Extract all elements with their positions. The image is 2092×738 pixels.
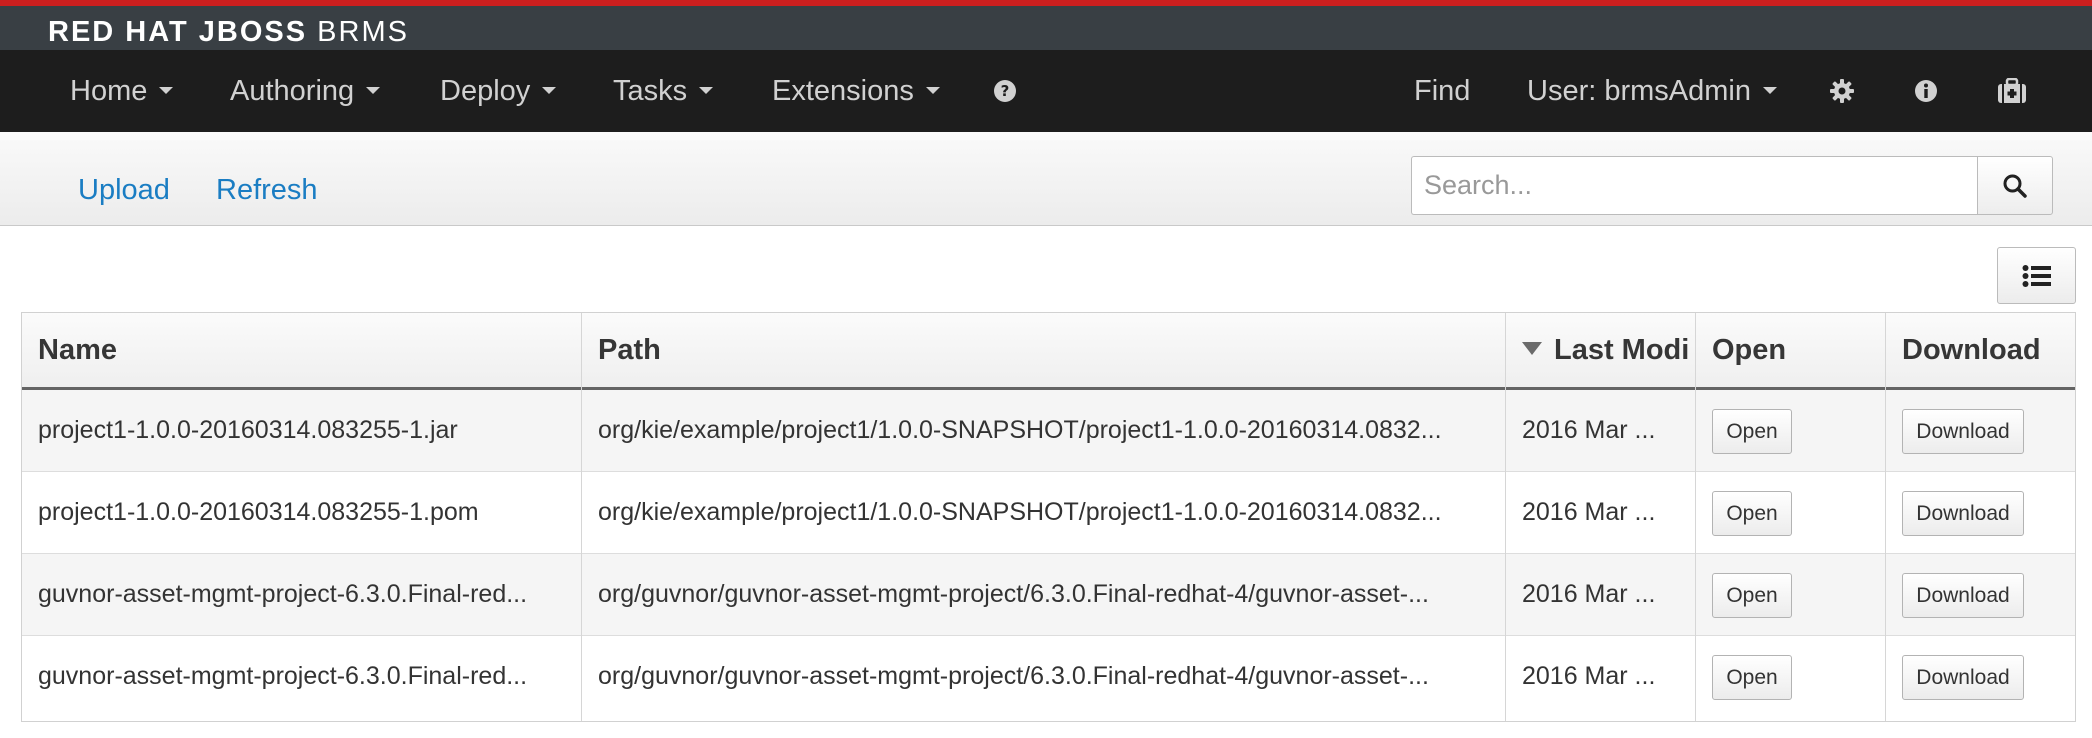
open-button[interactable]: Open	[1712, 655, 1792, 700]
chevron-down-icon	[925, 86, 940, 94]
gear-icon[interactable]	[1827, 50, 1857, 132]
column-picker-button[interactable]	[1997, 247, 2076, 304]
header-path[interactable]: Path	[582, 313, 1506, 387]
search-input[interactable]	[1411, 156, 1978, 215]
search-button[interactable]	[1977, 156, 2053, 215]
download-button[interactable]: Download	[1902, 655, 2024, 700]
table-row: project1-1.0.0-20160314.083255-1.jar org…	[22, 390, 2075, 472]
column-divider	[1695, 313, 1696, 721]
header-last-modified[interactable]: Last Modi	[1506, 313, 1696, 387]
cell-name: project1-1.0.0-20160314.083255-1.jar	[38, 416, 458, 444]
nav-home-label: Home	[70, 75, 148, 107]
table-row: guvnor-asset-mgmt-project-6.3.0.Final-re…	[22, 554, 2075, 636]
cell-path: org/guvnor/guvnor-asset-mgmt-project/6.3…	[598, 580, 1429, 608]
briefcase-icon[interactable]	[1995, 50, 2029, 132]
main-navbar: Home Authoring Deploy Tasks Extensions ?…	[0, 50, 2092, 132]
nav-home[interactable]: Home	[70, 50, 174, 132]
cell-path: org/kie/example/project1/1.0.0-SNAPSHOT/…	[598, 498, 1442, 526]
nav-find[interactable]: Find	[1414, 50, 1470, 132]
sort-descending-icon	[1522, 341, 1542, 355]
table-header: Name Path Last Modi Open Download	[22, 313, 2075, 390]
open-button[interactable]: Open	[1712, 491, 1792, 536]
cell-name: guvnor-asset-mgmt-project-6.3.0.Final-re…	[38, 580, 528, 608]
list-icon	[2022, 264, 2051, 287]
search-icon	[2003, 174, 2027, 198]
chevron-down-icon	[366, 86, 381, 94]
nav-user-label: User: brmsAdmin	[1527, 75, 1751, 107]
cell-name: guvnor-asset-mgmt-project-6.3.0.Final-re…	[38, 662, 528, 690]
cell-path: org/kie/example/project1/1.0.0-SNAPSHOT/…	[598, 416, 1442, 444]
column-divider	[1505, 313, 1506, 721]
upload-link[interactable]: Upload	[78, 174, 170, 207]
open-button[interactable]: Open	[1712, 409, 1792, 454]
cell-path: org/guvnor/guvnor-asset-mgmt-project/6.3…	[598, 662, 1429, 690]
open-button[interactable]: Open	[1712, 573, 1792, 618]
artifact-table: Name Path Last Modi Open Download projec…	[21, 312, 2076, 722]
table-row: project1-1.0.0-20160314.083255-1.pom org…	[22, 472, 2075, 554]
nav-extensions-label: Extensions	[772, 75, 914, 107]
download-button[interactable]: Download	[1902, 409, 2024, 454]
chevron-down-icon	[1763, 86, 1777, 94]
nav-deploy-label: Deploy	[440, 75, 531, 107]
cell-name: project1-1.0.0-20160314.083255-1.pom	[38, 498, 479, 526]
cell-last-modified: 2016 Mar ...	[1522, 662, 1656, 690]
nav-tasks-label: Tasks	[613, 75, 688, 107]
refresh-link[interactable]: Refresh	[216, 174, 318, 207]
nav-deploy[interactable]: Deploy	[440, 50, 557, 132]
chevron-down-icon	[542, 86, 557, 94]
nav-authoring[interactable]: Authoring	[230, 50, 381, 132]
info-icon[interactable]	[1911, 50, 1941, 132]
brand-bar: RED HAT JBOSS BRMS	[0, 6, 2092, 50]
chevron-down-icon	[159, 86, 174, 94]
cell-last-modified: 2016 Mar ...	[1522, 580, 1656, 608]
cell-last-modified: 2016 Mar ...	[1522, 498, 1656, 526]
help-icon[interactable]: ?	[990, 50, 1020, 132]
header-name[interactable]: Name	[22, 313, 582, 387]
nav-tasks[interactable]: Tasks	[613, 50, 714, 132]
table-row: guvnor-asset-mgmt-project-6.3.0.Final-re…	[22, 636, 2075, 718]
header-last-modified-label: Last Modi	[1554, 334, 1690, 366]
header-open: Open	[1712, 334, 1787, 366]
product-logo: RED HAT JBOSS BRMS	[48, 16, 409, 48]
column-divider	[581, 313, 582, 721]
download-button[interactable]: Download	[1902, 573, 2024, 618]
nav-find-label: Find	[1414, 75, 1471, 107]
svg-text:?: ?	[1001, 82, 1010, 100]
column-divider	[1885, 313, 1886, 721]
chevron-down-icon	[699, 86, 714, 94]
nav-authoring-label: Authoring	[230, 75, 355, 107]
header-download: Download	[1902, 334, 2041, 366]
download-button[interactable]: Download	[1902, 491, 2024, 536]
nav-user-menu[interactable]: User: brmsAdmin	[1527, 50, 1777, 132]
cell-last-modified: 2016 Mar ...	[1522, 416, 1656, 444]
nav-extensions[interactable]: Extensions	[772, 50, 940, 132]
